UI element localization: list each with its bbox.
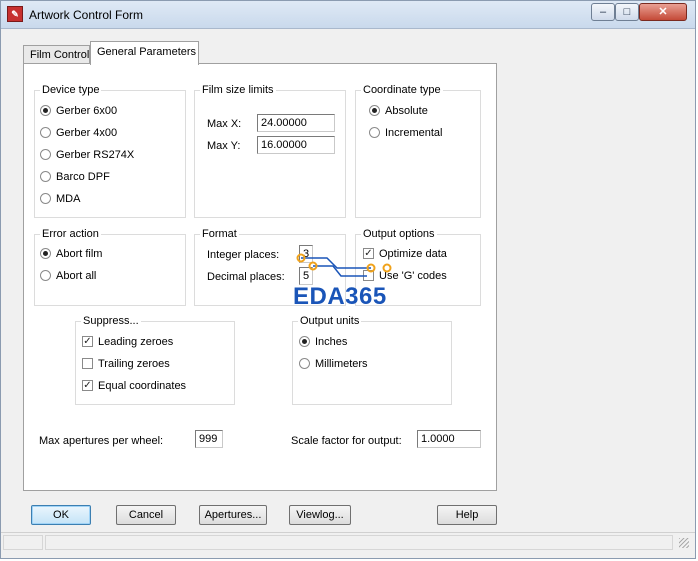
window-title: Artwork Control Form <box>29 8 144 22</box>
suppress-group: Suppress... ✓ Leading zeroes Trailing zer… <box>75 315 235 405</box>
device-type-group: Device type Gerber 6x00 Gerber 4x00 Gerb… <box>34 84 186 218</box>
tab-film-control[interactable]: Film Control <box>23 45 90 64</box>
radio-button[interactable] <box>40 193 51 204</box>
close-icon[interactable]: ✕ <box>639 3 687 21</box>
max-y-label: Max Y: <box>207 140 241 152</box>
decimal-places-label: Decimal places: <box>207 271 285 283</box>
error-action-title: Error action <box>40 228 101 241</box>
resize-grip-icon[interactable] <box>679 538 689 548</box>
app-icon: ✎ <box>7 6 23 22</box>
max-apertures-label: Max apertures per wheel: <box>39 435 164 447</box>
status-cell <box>3 535 43 550</box>
max-apertures-input[interactable]: 999 <box>195 430 223 448</box>
radio-button[interactable] <box>40 127 51 138</box>
cancel-button[interactable]: Cancel <box>116 505 176 525</box>
scale-factor-label: Scale factor for output: <box>291 435 402 447</box>
status-bar <box>1 532 695 553</box>
tab-general-parameters[interactable]: General Parameters <box>90 41 199 65</box>
title-bar[interactable]: ✎ Artwork Control Form – □ ✕ <box>1 1 695 29</box>
minimize-icon[interactable]: – <box>591 3 615 21</box>
max-x-label: Max X: <box>207 118 242 130</box>
radio-button[interactable] <box>40 171 51 182</box>
coordinate-type-group: Coordinate type Absolute Incremental <box>355 84 481 218</box>
checkbox[interactable]: ✓ <box>82 380 93 391</box>
radio-button[interactable] <box>299 336 310 347</box>
film-size-group: Film size limits Max X: 24.00000 Max Y: … <box>194 84 346 218</box>
circuit-trace-icon <box>296 253 392 277</box>
radio-button[interactable] <box>40 149 51 160</box>
format-title: Format <box>200 228 239 241</box>
film-size-title: Film size limits <box>200 84 276 97</box>
help-button[interactable]: Help <box>437 505 497 525</box>
max-x-input[interactable]: 24.00000 <box>257 114 335 132</box>
radio-button[interactable] <box>369 105 380 116</box>
max-y-input[interactable]: 16.00000 <box>257 136 335 154</box>
apertures-button[interactable]: Apertures... <box>199 505 267 525</box>
coordinate-type-title: Coordinate type <box>361 84 443 97</box>
integer-places-label: Integer places: <box>207 249 280 261</box>
viewlog-button[interactable]: Viewlog... <box>289 505 351 525</box>
watermark-text: EDA365 <box>293 283 387 310</box>
status-cell <box>45 535 673 550</box>
radio-button[interactable] <box>40 248 51 259</box>
device-type-title: Device type <box>40 84 102 97</box>
radio-button[interactable] <box>299 358 310 369</box>
radio-button[interactable] <box>40 270 51 281</box>
output-units-group: Output units Inches Millimeters <box>292 315 452 405</box>
maximize-icon[interactable]: □ <box>615 3 639 21</box>
scale-factor-input[interactable]: 1.0000 <box>417 430 481 448</box>
general-parameters-panel: Device type Gerber 6x00 Gerber 4x00 Gerb… <box>23 63 497 491</box>
output-options-title: Output options <box>361 228 437 241</box>
checkbox[interactable]: ✓ <box>82 336 93 347</box>
artwork-control-window: ✎ Artwork Control Form – □ ✕ Film Contro… <box>0 0 696 559</box>
checkbox[interactable] <box>82 358 93 369</box>
radio-button[interactable] <box>369 127 380 138</box>
suppress-title: Suppress... <box>81 315 141 328</box>
output-units-title: Output units <box>298 315 362 328</box>
eda365-watermark: EDA365 <box>293 251 407 309</box>
error-action-group: Error action Abort film Abort all <box>34 228 186 306</box>
radio-button[interactable] <box>40 105 51 116</box>
ok-button[interactable]: OK <box>31 505 91 525</box>
